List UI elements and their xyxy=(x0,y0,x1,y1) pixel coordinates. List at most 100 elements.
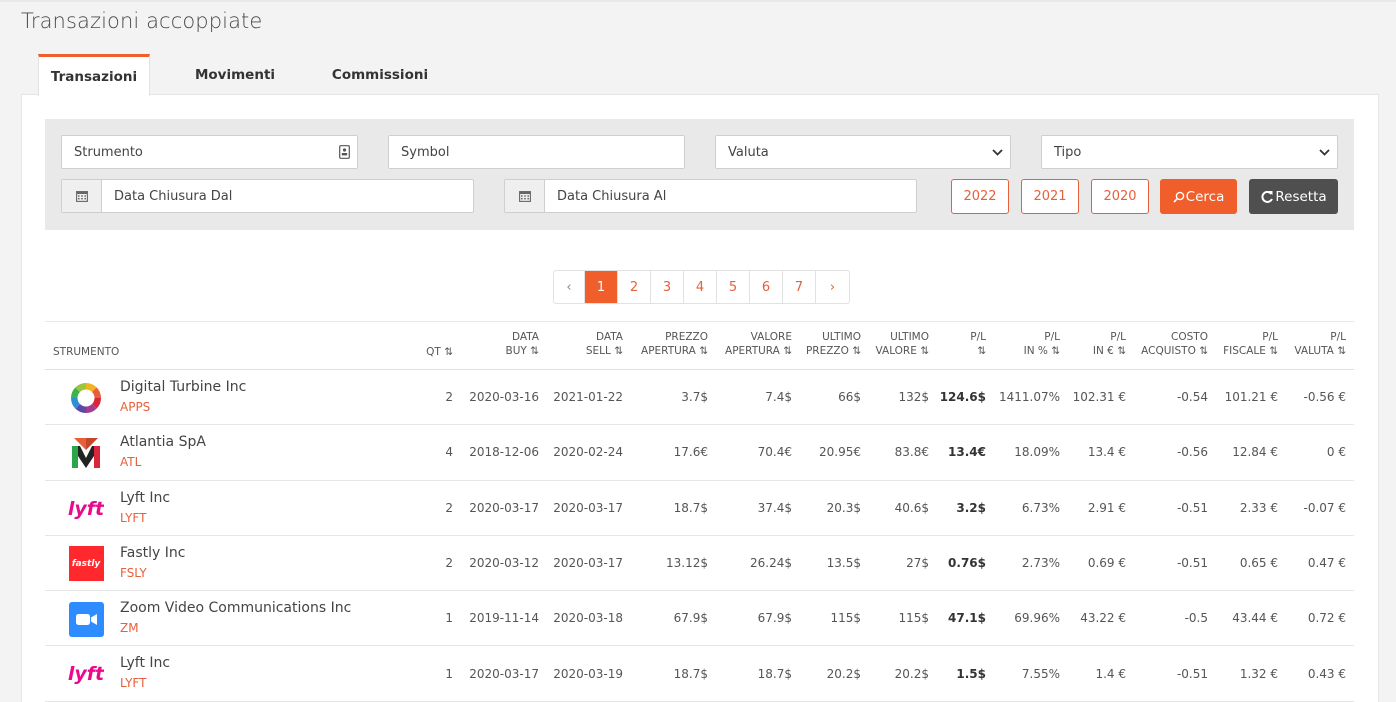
cell-pl: 1.5$ xyxy=(956,666,986,681)
col-ultimo-valore[interactable]: ULTIMO VALORE ⇅ xyxy=(876,330,930,358)
table-row[interactable]: Atlantia SpA ATL 4 2018-12-06 2020-02-24… xyxy=(45,425,1354,481)
cell-costo-acquisto: -0.51 xyxy=(1176,500,1208,515)
cell-pl-pct: 1411.07% xyxy=(998,390,1060,405)
pagination: ‹ 1 2 3 4 5 6 7 › xyxy=(553,270,850,304)
cell-qt: 2 xyxy=(445,500,453,515)
pagination-page[interactable]: 2 xyxy=(618,271,651,303)
strumento-input[interactable]: Strumento xyxy=(61,135,358,169)
col-valore-apertura[interactable]: VALORE APERTURA ⇅ xyxy=(725,330,792,358)
year-2021-button[interactable]: 2021 xyxy=(1021,179,1079,214)
tab-commissioni[interactable]: Commissioni xyxy=(323,54,437,95)
valuta-select[interactable]: Valuta xyxy=(715,135,1011,169)
symbol-placeholder: Symbol xyxy=(401,144,450,160)
instrument-name[interactable]: Atlantia SpA xyxy=(120,434,206,450)
col-pl-pct[interactable]: P/L IN % ⇅ xyxy=(1024,330,1060,358)
data-chiusura-al-field[interactable]: Data Chiusura Al xyxy=(504,179,917,213)
pagination-next[interactable]: › xyxy=(816,271,849,303)
col-prezzo-apertura-l2: APERTURA ⇅ xyxy=(641,345,708,357)
calendar-icon[interactable] xyxy=(62,180,102,212)
col-strumento[interactable]: STRUMENTO xyxy=(53,345,119,359)
instrument-symbol[interactable]: LYFT xyxy=(120,676,146,690)
cell-pl-fiscale: 12.84 € xyxy=(1232,445,1278,460)
pagination-prev[interactable]: ‹ xyxy=(554,271,585,303)
col-prezzo-apertura-l1: PREZZO xyxy=(665,331,708,343)
pagination-page[interactable]: 4 xyxy=(684,271,717,303)
cell-data-buy: 2020-03-16 xyxy=(469,390,539,405)
instrument-name[interactable]: Lyft Inc xyxy=(120,490,170,506)
instrument-name[interactable]: Lyft Inc xyxy=(120,655,170,671)
tab-transazioni[interactable]: Transazioni xyxy=(38,54,150,96)
pagination-page[interactable]: 5 xyxy=(717,271,750,303)
instrument-symbol[interactable]: LYFT xyxy=(120,511,146,525)
col-pl-fiscale-l2: FISCALE ⇅ xyxy=(1223,345,1278,357)
cell-costo-acquisto: -0.51 xyxy=(1176,666,1208,681)
transactions-table: STRUMENTO QT ⇅ DATA BUY ⇅ DATA SELL ⇅ PREZ… xyxy=(45,321,1354,702)
lyft-logo: lyft xyxy=(68,491,104,527)
cell-pl-pct: 18.09% xyxy=(1014,445,1060,460)
cell-pl: 0.76$ xyxy=(948,556,986,571)
pagination-page[interactable]: 3 xyxy=(651,271,684,303)
table-row[interactable]: lyft Lyft Inc LYFT 1 2020-03-17 2020-03-… xyxy=(45,646,1354,702)
col-pl-eur-l1: P/L xyxy=(1110,331,1126,343)
cell-ultimo-prezzo: 20.2$ xyxy=(826,666,861,681)
cell-pl-eur: 102.31 € xyxy=(1072,390,1126,405)
atlantia-logo xyxy=(68,435,104,471)
cell-ultimo-valore: 40.6$ xyxy=(894,500,929,515)
cell-qt: 1 xyxy=(445,666,453,681)
table-header: STRUMENTO QT ⇅ DATA BUY ⇅ DATA SELL ⇅ PREZ… xyxy=(45,321,1354,370)
cerca-button[interactable]: Cerca xyxy=(1160,179,1237,214)
year-2022-button[interactable]: 2022 xyxy=(951,179,1009,214)
resetta-button[interactable]: Resetta xyxy=(1249,179,1338,214)
instrument-name[interactable]: Digital Turbine Inc xyxy=(120,379,246,395)
cell-data-buy: 2020-03-17 xyxy=(469,500,539,515)
calendar-icon[interactable] xyxy=(505,180,545,212)
table-row[interactable]: Digital Turbine Inc APPS 2 2020-03-16 20… xyxy=(45,370,1354,426)
col-pl-eur-l2: IN € ⇅ xyxy=(1092,345,1126,357)
cell-data-sell: 2020-03-17 xyxy=(553,500,623,515)
col-data-sell[interactable]: DATA SELL ⇅ xyxy=(586,330,623,358)
table-row[interactable]: Zoom Video Communications Inc ZM 1 2019-… xyxy=(45,591,1354,647)
data-chiusura-dal-field[interactable]: Data Chiusura Dal xyxy=(61,179,474,213)
instrument-symbol[interactable]: APPS xyxy=(120,400,150,414)
cell-ultimo-valore: 83.8€ xyxy=(894,445,929,460)
pagination-page[interactable]: 6 xyxy=(750,271,783,303)
cell-data-buy: 2020-03-12 xyxy=(469,556,539,571)
resetta-label: Resetta xyxy=(1275,188,1327,205)
instrument-name[interactable]: Zoom Video Communications Inc xyxy=(120,600,351,616)
col-pl-eur[interactable]: P/L IN € ⇅ xyxy=(1093,330,1126,358)
instrument-symbol[interactable]: FSLY xyxy=(120,566,147,580)
col-data-buy-l1: DATA xyxy=(511,331,539,343)
col-ultimo-prezzo[interactable]: ULTIMO PREZZO ⇅ xyxy=(806,330,861,358)
strumento-placeholder: Strumento xyxy=(74,144,143,160)
cell-pl-fiscale: 1.32 € xyxy=(1239,666,1278,681)
chevron-down-icon xyxy=(984,148,1010,156)
col-pl-valuta-l1: P/L xyxy=(1330,331,1346,343)
col-pl-fiscale-l1: P/L xyxy=(1262,331,1278,343)
page-title: Transazioni accoppiate xyxy=(21,9,263,33)
instrument-name[interactable]: Fastly Inc xyxy=(120,545,185,561)
col-pl[interactable]: P/L ⇅ xyxy=(970,330,986,358)
tab-movimenti[interactable]: Movimenti xyxy=(181,54,289,95)
col-costo-l2: ACQUISTO ⇅ xyxy=(1141,345,1208,357)
cell-valore-apertura: 26.24$ xyxy=(750,556,792,571)
year-2020-button[interactable]: 2020 xyxy=(1091,179,1149,214)
tipo-value: Tipo xyxy=(1054,144,1082,160)
table-row[interactable]: fastly Fastly Inc FSLY 2 2020-03-12 2020… xyxy=(45,536,1354,592)
col-prezzo-apertura[interactable]: PREZZO APERTURA ⇅ xyxy=(641,330,708,358)
pagination-page[interactable]: 7 xyxy=(783,271,816,303)
symbol-input[interactable]: Symbol xyxy=(388,135,685,169)
tipo-select[interactable]: Tipo xyxy=(1041,135,1338,169)
pagination-page[interactable]: 1 xyxy=(585,271,618,303)
col-qt[interactable]: QT ⇅ xyxy=(426,345,453,359)
instrument-symbol[interactable]: ZM xyxy=(120,621,139,635)
cell-valore-apertura: 67.9$ xyxy=(757,611,792,626)
table-row[interactable]: lyft Lyft Inc LYFT 2 2020-03-17 2020-03-… xyxy=(45,481,1354,536)
col-costo-acquisto[interactable]: COSTO ACQUISTO ⇅ xyxy=(1141,330,1208,358)
col-data-buy[interactable]: DATA BUY ⇅ xyxy=(506,330,539,358)
cell-ultimo-prezzo: 20.3$ xyxy=(826,500,861,515)
cell-ultimo-valore: 115$ xyxy=(898,611,929,626)
cell-data-sell: 2020-03-17 xyxy=(553,556,623,571)
instrument-symbol[interactable]: ATL xyxy=(120,455,141,469)
col-pl-fiscale[interactable]: P/L FISCALE ⇅ xyxy=(1223,330,1278,358)
col-pl-valuta[interactable]: P/L VALUTA ⇅ xyxy=(1294,330,1346,358)
